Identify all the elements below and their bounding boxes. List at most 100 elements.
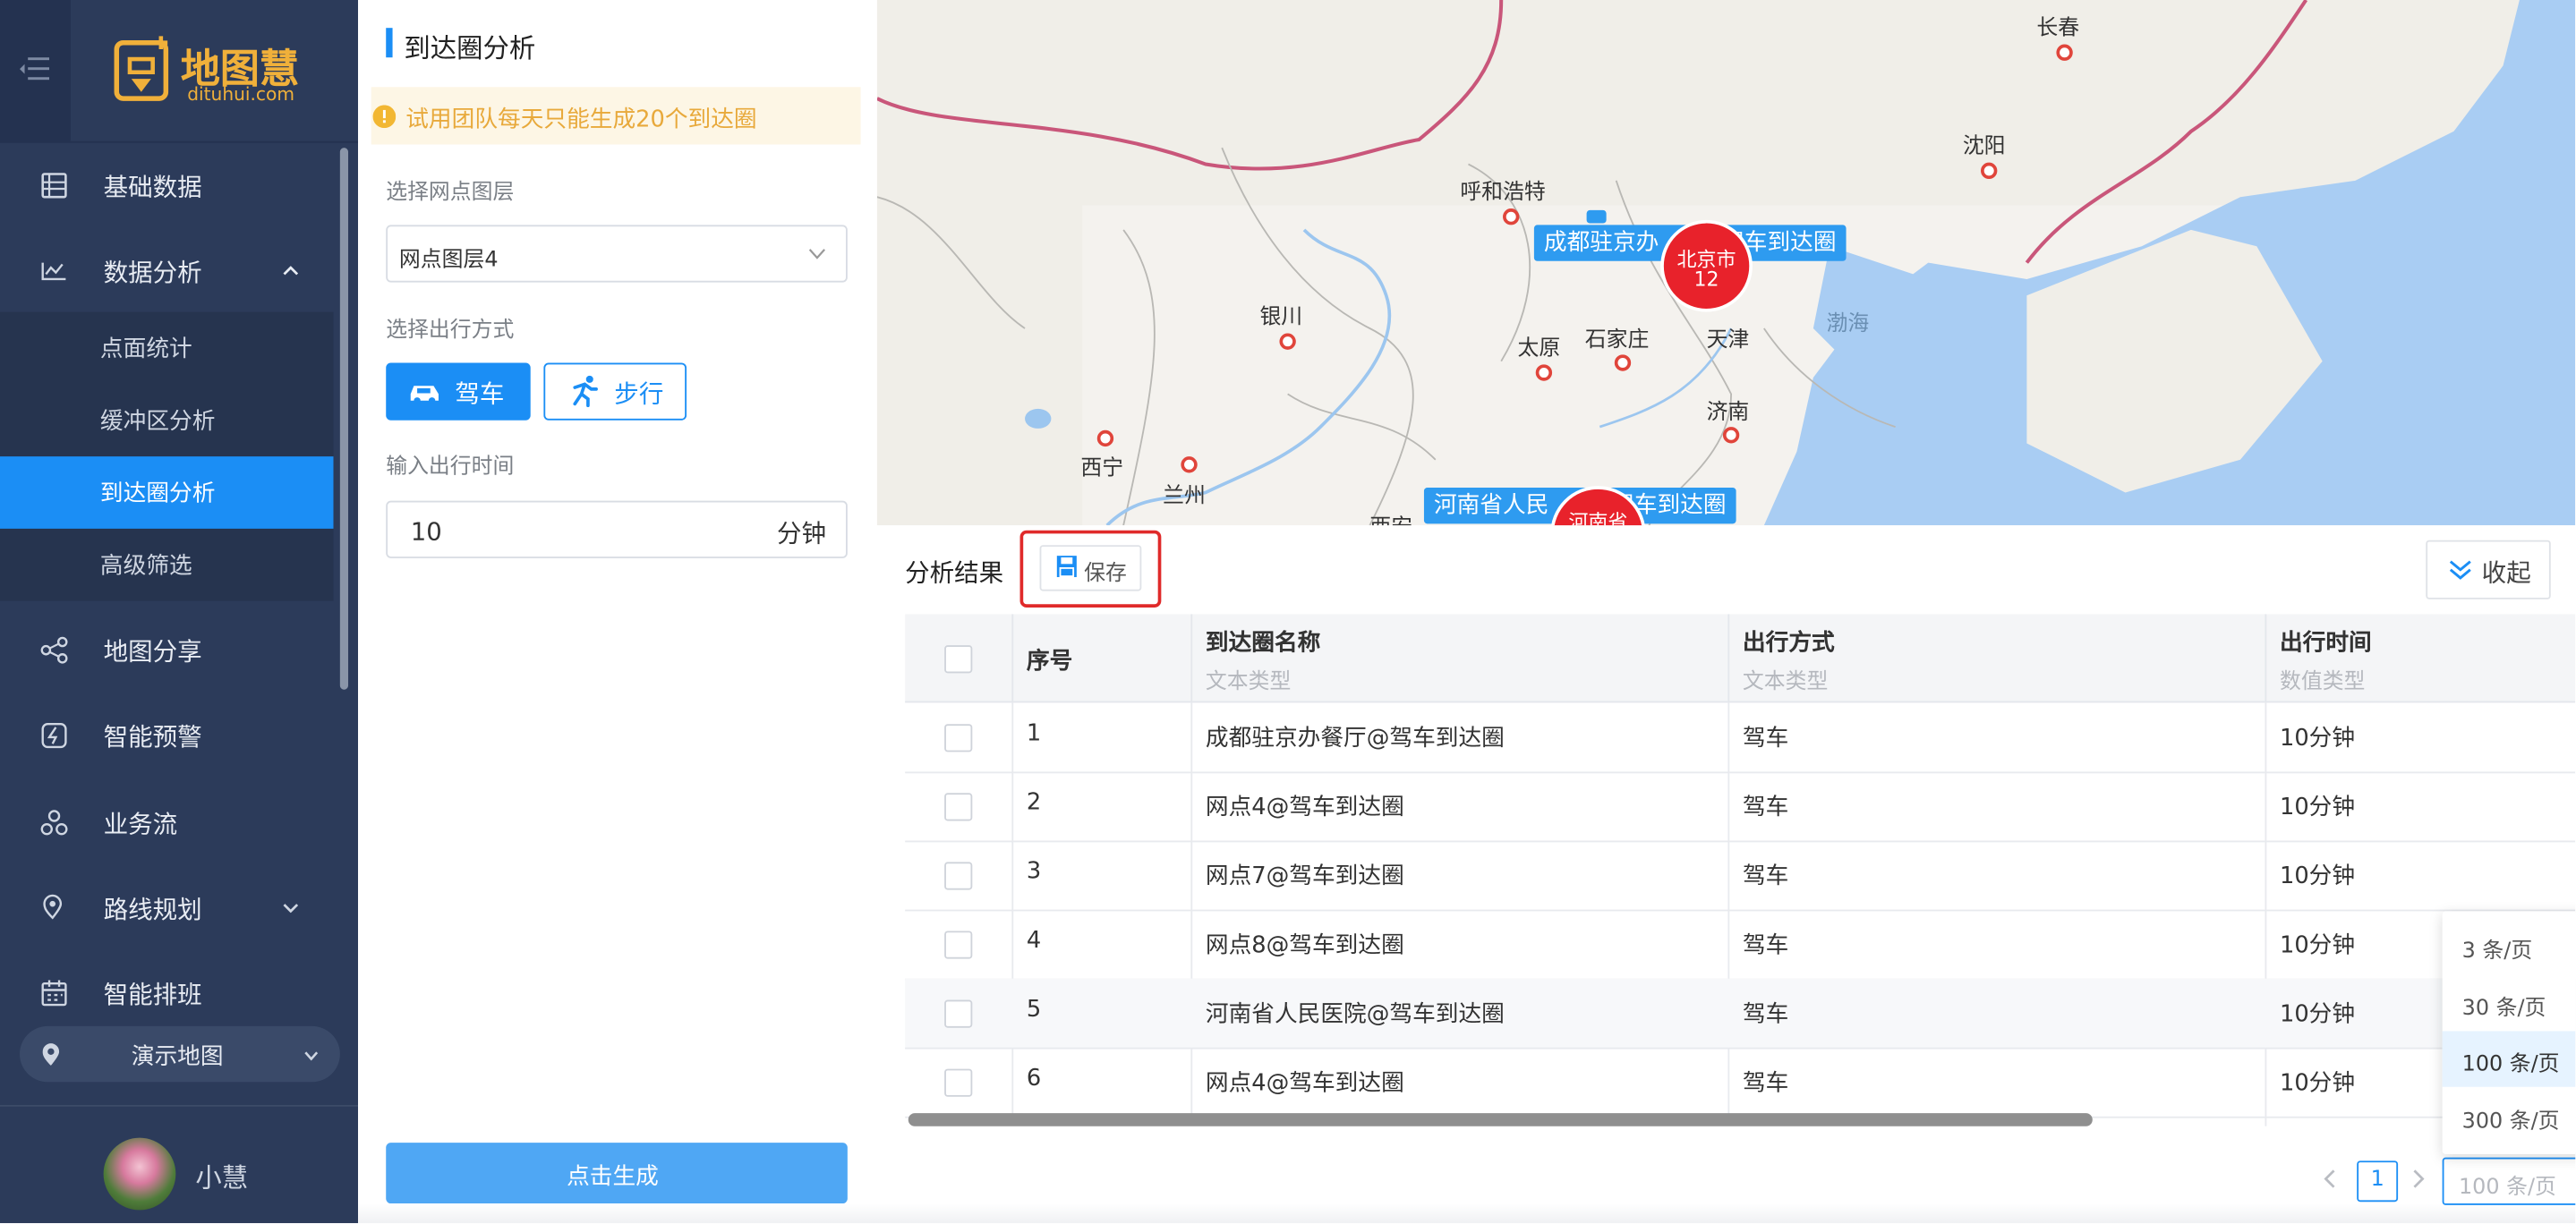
sidebar-item-basic-data[interactable]: 基础数据 [0,146,358,225]
analysis-icon [41,262,66,281]
city-dot [1279,333,1296,350]
sidebar-item-route[interactable]: 路线规划 [0,869,358,948]
row-checkbox[interactable] [944,999,973,1028]
sidebar-subitem-label: 点面统计 [99,336,192,363]
mode-label: 选择出行方式 [386,318,515,344]
sidebar-item-label: 智能预警 [103,722,202,752]
header-label: 出行方式 [1742,630,1835,657]
generate-button[interactable]: 点击生成 [386,1143,848,1204]
page-size-option-label: 3 条/页 [2461,939,2533,965]
row-index: 5 [1026,996,1042,1024]
page-size-select[interactable]: 100 条/页 [2442,1157,2576,1205]
cluster-marker-beijing[interactable]: 北京市 12 [1660,219,1753,312]
mode-drive-button[interactable]: 驾车 [386,362,531,421]
city-dot [1722,427,1740,444]
row-mode: 驾车 [1742,726,1789,752]
warning-text: 试用团队每天只能生成20个到达圈 [405,106,757,133]
page-size-option[interactable]: 300 条/页 [2443,1089,2576,1144]
brand-logo[interactable]: 地图慧 dituhui.com [112,33,317,112]
row-mode: 驾车 [1742,795,1789,821]
table-row[interactable]: 4 网点8@驾车到达圈 驾车 10分钟 [905,910,2576,981]
chevron-down-icon [283,904,299,914]
header-cell[interactable]: 到达圈名称 文本类型 [1190,614,1730,701]
table-row[interactable]: 1 成都驻京办餐厅@驾车到达圈 驾车 10分钟 [905,702,2576,774]
user-name[interactable]: 小慧 [195,1156,248,1195]
row-name: 网点4@驾车到达圈 [1205,1070,1404,1097]
row-checkbox[interactable] [944,1068,973,1097]
prev-page-button[interactable] [2321,1166,2341,1192]
demo-map-selector[interactable]: 演示地图 [20,1025,340,1083]
panel-title: 到达圈分析 [404,32,536,64]
reach-circle-label-text: 河南省人民 [1433,492,1549,519]
sidebar-subitem-reach-circle[interactable]: 到达圈分析 [0,456,334,529]
sidebar: 地图慧 dituhui.com 基础数据 数据分析 点面统计 缓冲区分析 到达圈… [0,0,359,1224]
table-row[interactable]: 5 河南省人民医院@驾车到达圈 驾车 10分钟 [905,978,2576,1050]
page-size-option[interactable]: 3 条/页 [2443,918,2576,973]
row-time: 10分钟 [2279,863,2356,890]
row-checkbox[interactable] [944,724,973,752]
page-number-current[interactable]: 1 [2357,1160,2399,1203]
sidebar-item-label: 基础数据 [103,172,202,202]
table-row[interactable]: 2 网点4@驾车到达圈 驾车 10分钟 [905,771,2576,843]
page-size-option-selected[interactable]: 100 条/页 [2442,1031,2576,1087]
header-cell[interactable]: 出行时间 数值类型 [2265,614,2575,701]
sidebar-subitem-buffer[interactable]: 缓冲区分析 [0,384,334,456]
city-dot [1181,456,1198,473]
reach-circle-label-behind [1586,209,1607,224]
table-row[interactable]: 3 网点7@驾车到达圈 驾车 10分钟 [905,841,2576,912]
double-chevron-down-icon [2449,560,2471,580]
row-name: 成都驻京办餐厅@驾车到达圈 [1205,726,1505,752]
row-checkbox[interactable] [944,793,973,821]
collapse-sidebar-button[interactable] [0,0,71,141]
sidebar-subitem-advanced-filter[interactable]: 高级筛选 [0,529,334,601]
sidebar-scrollbar[interactable] [339,148,349,690]
map-pin-icon [42,1043,60,1066]
map-view[interactable]: 长春 沈阳 呼和浩特 银川 太原 石家庄 天津 济南 西宁 兰州 西安 渤海 成… [876,0,2576,526]
collapse-button[interactable]: 收起 [2426,540,2551,599]
sidebar-item-data-analysis[interactable]: 数据分析 [0,232,358,310]
page-size-select-value: 100 条/页 [2458,1175,2556,1201]
header-type: 文本类型 [1205,669,1292,695]
row-checkbox[interactable] [944,862,973,890]
sidebar-item-label: 地图分享 [103,636,202,667]
header-type: 数值类型 [2279,669,2366,695]
city-label: 呼和浩特 [1460,180,1546,206]
row-time: 10分钟 [2279,1001,2356,1028]
sidebar-item-warning[interactable]: 智能预警 [0,696,358,775]
header-cell[interactable]: 序号 [1011,614,1193,701]
sidebar-item-schedule[interactable]: 智能排班 [0,954,358,1033]
sidebar-subitem-point-stats[interactable]: 点面统计 [0,312,334,385]
table-row[interactable]: 6 网点4@驾车到达圈 驾车 10分钟 [905,1048,2576,1118]
row-time: 10分钟 [2279,795,2356,821]
page-size-option-label: 300 条/页 [2461,1109,2560,1135]
layer-select[interactable]: 网点图层4 [386,225,848,283]
row-name: 网点7@驾车到达圈 [1205,863,1404,890]
share-icon [40,636,68,664]
mode-walk-button[interactable]: 步行 [543,362,687,421]
page-size-option[interactable]: 30 条/页 [2443,975,2576,1031]
row-index: 2 [1026,789,1042,816]
chevron-left-icon [2324,1169,2335,1188]
save-button[interactable]: 保存 [1039,545,1142,591]
sidebar-item-map-share[interactable]: 地图分享 [0,611,358,690]
select-all-checkbox[interactable] [944,645,973,674]
row-checkbox[interactable] [944,931,973,959]
next-page-button[interactable] [2408,1166,2427,1192]
table-horizontal-scrollbar[interactable] [908,1113,2093,1126]
sidebar-item-label: 业务流 [103,809,178,839]
header-cell[interactable]: 出行方式 文本类型 [1727,614,2267,701]
sidebar-subitem-label: 高级筛选 [99,553,192,580]
results-panel: 分析结果 保存 收起 序号 到达圈名称 文本类型 出行方式 文本类型 出行时间 … [876,525,2576,1224]
panel-title-marker [386,28,393,58]
calendar-icon [41,980,67,1007]
sidebar-item-workflow[interactable]: 业务流 [0,783,358,862]
time-input[interactable]: 10 分钟 [386,500,848,558]
time-input-value: 10 [410,517,442,548]
warning-banner: 试用团队每天只能生成20个到达圈 [371,87,861,145]
city-label: 济南 [1706,400,1750,426]
header-label: 到达圈名称 [1205,630,1321,657]
user-avatar[interactable] [103,1137,176,1211]
results-table: 序号 到达圈名称 文本类型 出行方式 文本类型 出行时间 数值类型 1 成都驻京… [905,614,2576,1126]
header-label: 序号 [1026,648,1073,676]
demo-map-label: 演示地图 [131,1044,224,1071]
